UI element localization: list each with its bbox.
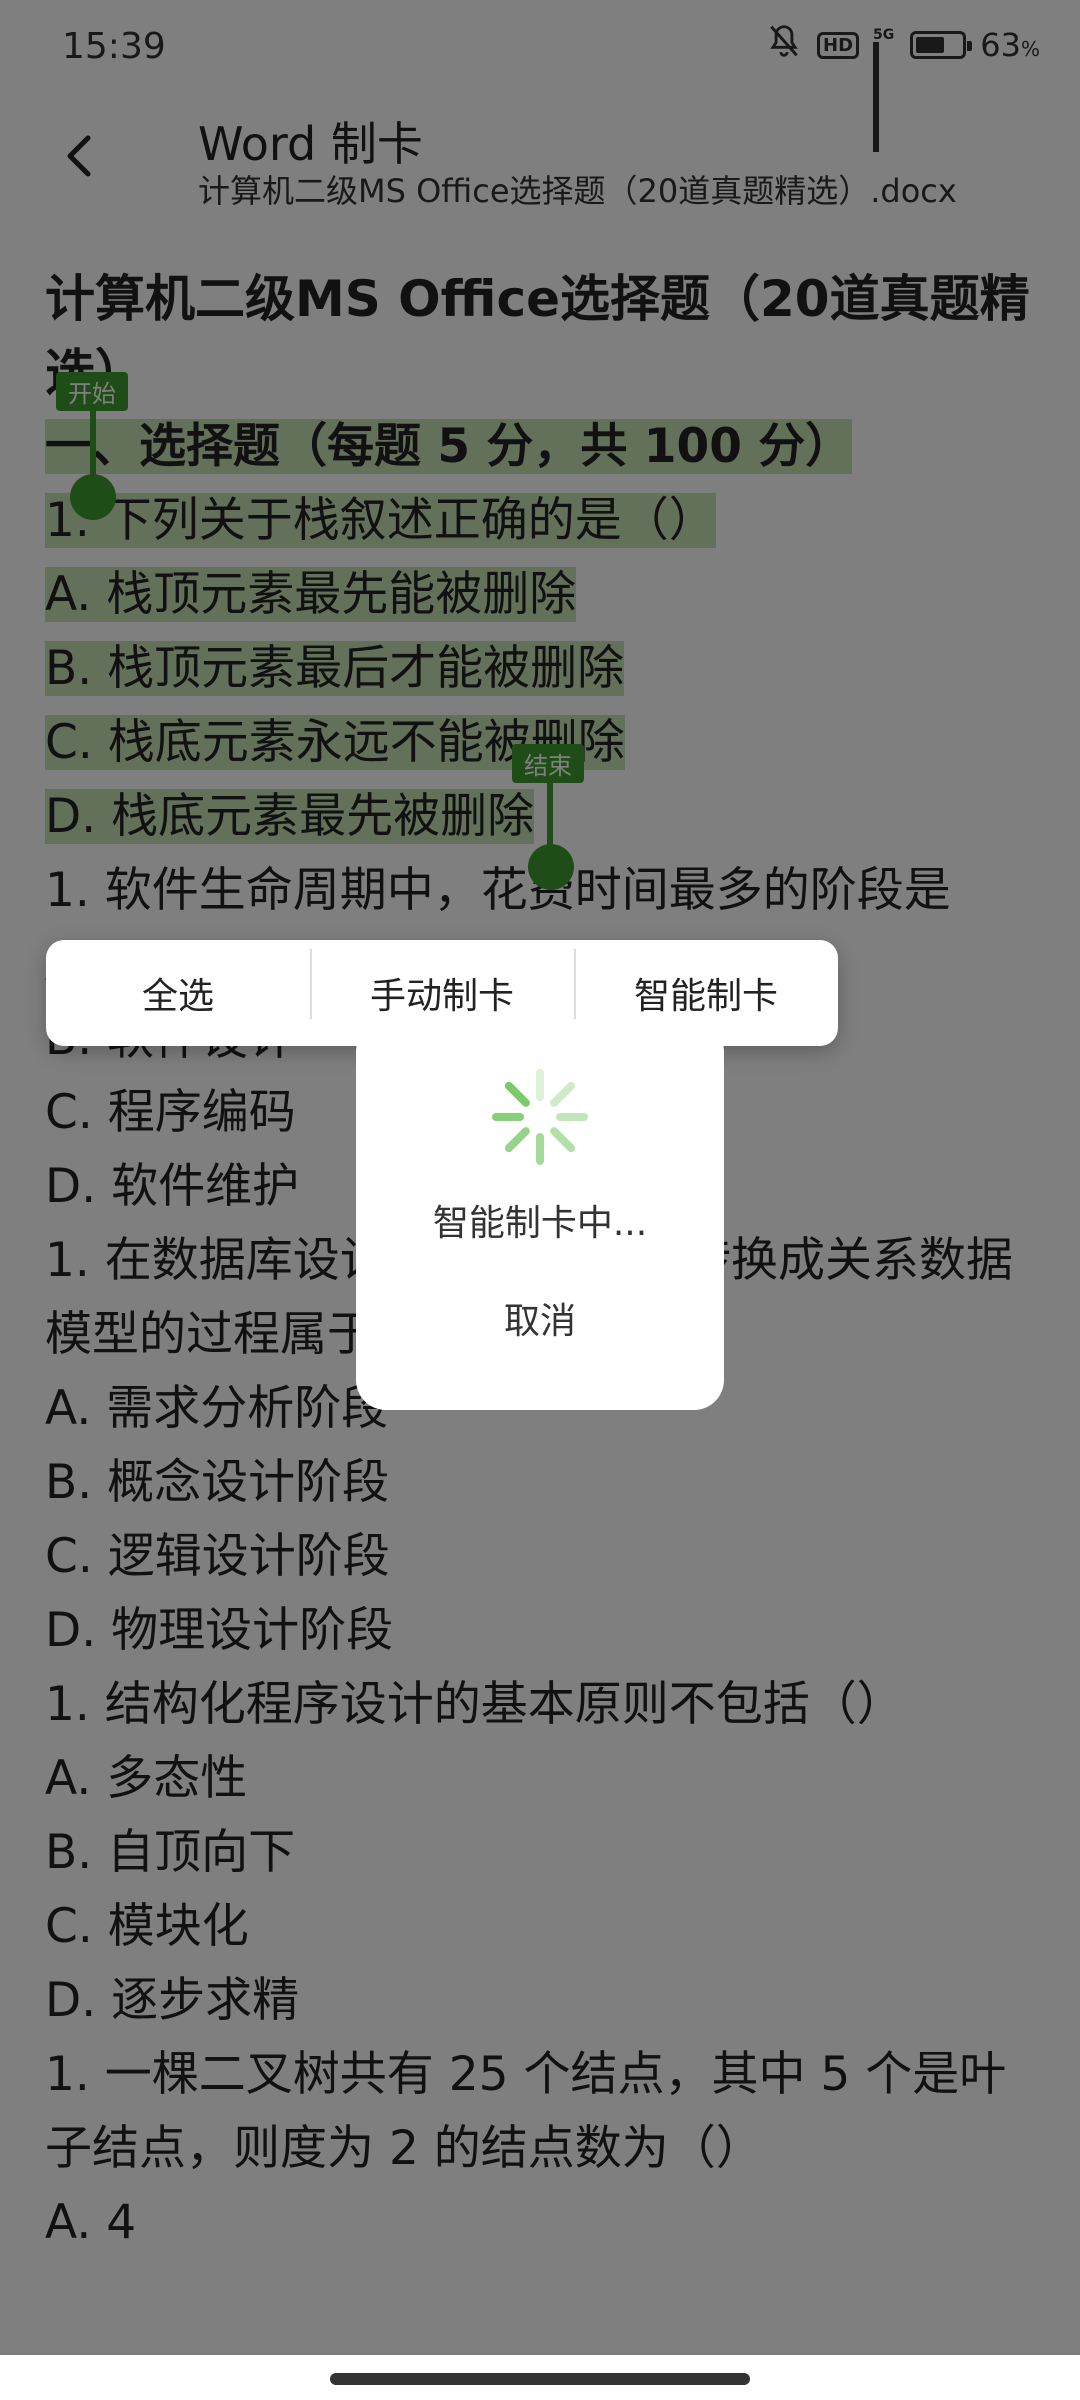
home-indicator[interactable] (330, 2373, 750, 2385)
loading-dialog: 智能制卡中... 取消 (356, 1022, 724, 1410)
loading-spinner-icon (492, 1069, 588, 1165)
spinner-ray (550, 1081, 576, 1107)
smart-card-button[interactable]: 智能制卡 (574, 949, 838, 1019)
spinner-ray (550, 1127, 576, 1153)
select-all-button[interactable]: 全选 (46, 967, 310, 1019)
navigation-bar (0, 2355, 1080, 2400)
loading-message: 智能制卡中... (432, 1203, 648, 1244)
spinner-ray (504, 1127, 530, 1153)
manual-card-button[interactable]: 手动制卡 (310, 949, 574, 1019)
cancel-button[interactable]: 取消 (356, 1292, 724, 1344)
spinner-ray (504, 1081, 530, 1107)
